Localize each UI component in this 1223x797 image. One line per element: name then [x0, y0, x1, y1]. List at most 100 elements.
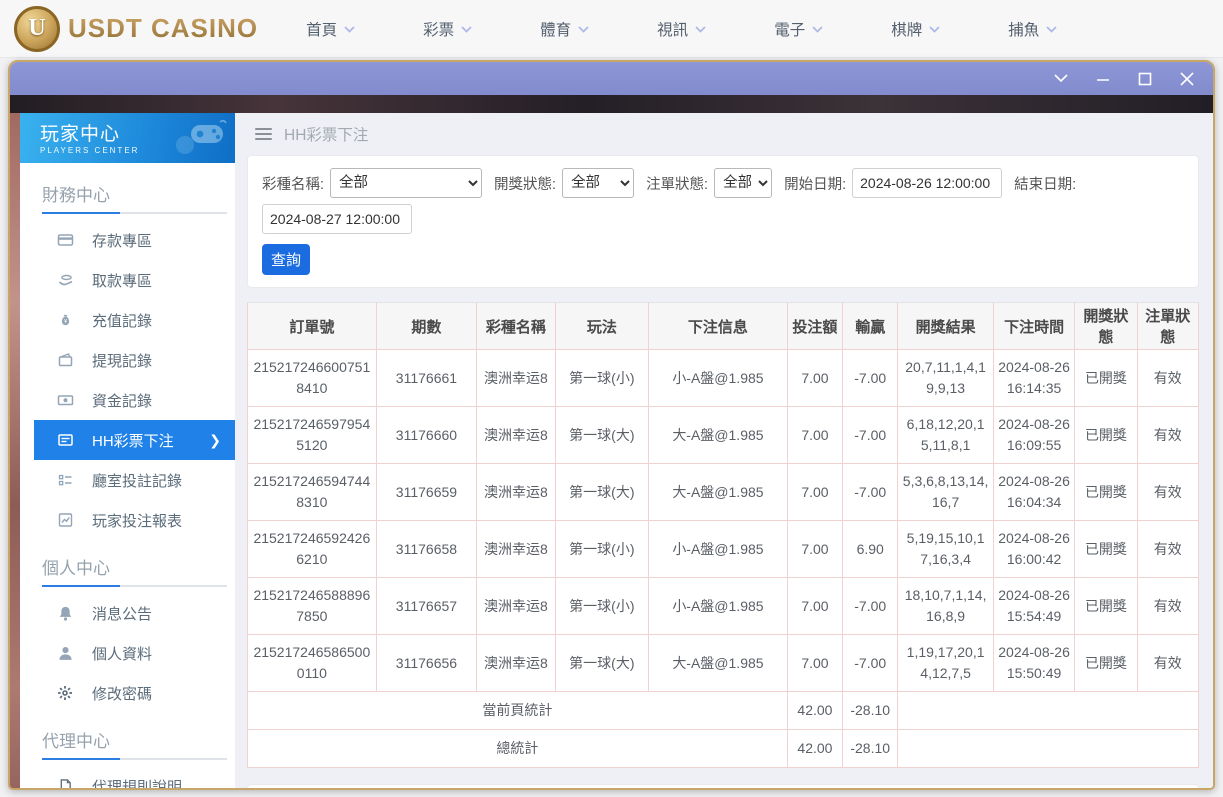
table-cell: 31176657 — [375, 577, 478, 635]
table-cell: 第一球(大) — [554, 634, 650, 692]
window-titlebar — [10, 62, 1213, 95]
grand-summary-win-total: -28.10 — [842, 729, 899, 768]
sidebar-item-修改密碼[interactable]: 修改密碼 — [20, 673, 235, 713]
nav-item[interactable]: 首頁 — [306, 18, 355, 40]
table-cell: 有效 — [1136, 520, 1200, 578]
nav-item[interactable]: 體育 — [540, 18, 589, 40]
chevron-down-icon — [344, 20, 355, 38]
logo-text: USDT CASINO — [68, 13, 259, 43]
table-cell: 7.00 — [786, 520, 844, 578]
nav-item[interactable]: 視訊 — [657, 18, 706, 40]
table-cell: 有效 — [1136, 463, 1200, 521]
table-cell: 7.00 — [786, 634, 844, 692]
table-header-cell: 訂單號 — [247, 302, 377, 350]
table-header-cell: 期數 — [375, 302, 478, 350]
table-header-cell: 輸贏 — [842, 302, 899, 350]
sidebar-item-消息公告[interactable]: 消息公告 — [20, 593, 235, 633]
table-cell: 已開獎 — [1074, 349, 1138, 407]
draw-status-select[interactable]: 全部 — [562, 168, 635, 198]
end-date-input[interactable] — [262, 204, 412, 234]
table-row: 2152172465947448310 31176659 澳洲幸运8 第一球(大) 大-… — [247, 463, 1200, 521]
sidebar-item-取款專區[interactable]: 取款專區 — [20, 260, 235, 300]
chevron-right-icon: ❯ — [209, 431, 221, 448]
main-content: HH彩票下注 彩種名稱: 全部 開獎狀態: 全部 注單狀態: 全部 開始日期: … — [235, 113, 1213, 788]
page-summary-label: 當前頁統計 — [247, 691, 788, 730]
hamburger-menu-icon[interactable] — [255, 128, 272, 140]
page-summary-win-total: -28.10 — [842, 691, 899, 730]
window-minimize-icon[interactable] — [1095, 71, 1111, 87]
nav-item[interactable]: 電子 — [774, 18, 823, 40]
order-status-label: 注單狀態: — [646, 176, 709, 193]
table-cell: 已開獎 — [1074, 634, 1138, 692]
bet-table-panel: 訂單號 期數 彩種名稱 玩法 下注信息 投注額 輸贏 開獎結果 下注時間 開獎狀態 注單狀態 215… — [247, 302, 1200, 768]
sidebar-item-label: 提現記錄 — [92, 352, 153, 370]
chevron-down-icon — [812, 20, 823, 38]
end-date-label: 結束日期: — [1014, 176, 1077, 193]
chevron-down-icon — [929, 20, 940, 38]
coin-letter: U — [28, 15, 46, 41]
lottery-name-select[interactable]: 全部 — [330, 168, 483, 198]
table-cell: 已開獎 — [1074, 577, 1138, 635]
table-cell: 澳洲幸运8 — [476, 520, 556, 578]
page-title: HH彩票下注 — [284, 127, 369, 144]
table-header-cell: 玩法 — [554, 302, 650, 350]
window-chevron-down-icon[interactable] — [1053, 71, 1069, 87]
table-cell: 小-A盤@1.985 — [648, 577, 788, 635]
sidebar-item-label: HH彩票下注 — [92, 432, 174, 450]
table-cell: 1,19,17,20,14,12,7,5 — [897, 634, 994, 692]
main-menu: 首頁 彩票 體育 視訊 電子 棋牌 捕魚 — [306, 18, 1057, 40]
nav-item[interactable]: 棋牌 — [891, 18, 940, 40]
sidebar-menu: 財務中心存款專區 取款專區 ¥ 充值記錄提現記錄資金記錄 HH彩票下注 ❯ 廳室投註記錄 玩家… — [20, 163, 235, 788]
sidebar-item-代理規則說明[interactable]: 代理規則說明 — [20, 766, 235, 788]
sidebar-item-存款專區[interactable]: 存款專區 — [20, 220, 235, 260]
table-header-cell: 投注額 — [786, 302, 844, 350]
window-maximize-icon[interactable] — [1137, 71, 1153, 87]
search-button[interactable]: 查詢 — [262, 244, 310, 275]
usdt-coin-icon: U — [14, 5, 60, 52]
table-header-cell: 開獎狀態 — [1074, 302, 1138, 350]
moneybag-icon: ¥ — [56, 311, 74, 329]
page-summary-empty — [897, 691, 1199, 730]
nav-item-label: 視訊 — [657, 21, 689, 39]
sidebar-item-充值記錄[interactable]: ¥ 充值記錄 — [20, 300, 235, 340]
grand-summary-empty — [897, 729, 1199, 768]
site-logo[interactable]: U USDT CASINO — [14, 5, 259, 52]
table-cell: 2024-08-26 16:00:42 — [992, 520, 1076, 578]
background-photo-edge — [10, 113, 20, 788]
order-status-select[interactable]: 全部 — [714, 168, 773, 198]
sidebar-item-提現記錄[interactable]: 提現記錄 — [20, 340, 235, 380]
table-cell: 2152172465888967850 — [247, 577, 377, 635]
filter-panel: 彩種名稱: 全部 開獎狀態: 全部 注單狀態: 全部 開始日期: 結束日期: — [247, 155, 1199, 288]
sidebar-item-HH彩票下注[interactable]: HH彩票下注 ❯ — [34, 420, 235, 460]
bet-table: 訂單號 期數 彩種名稱 玩法 下注信息 投注額 輸贏 開獎結果 下注時間 開獎狀態 注單狀態 215… — [247, 302, 1200, 768]
table-header-cell: 開獎結果 — [897, 302, 994, 350]
section-divider — [42, 758, 227, 760]
sidebar-item-資金記錄[interactable]: 資金記錄 — [20, 380, 235, 420]
table-cell: 有效 — [1136, 406, 1200, 464]
nav-item-label: 電子 — [774, 21, 806, 39]
table-cell: 澳洲幸运8 — [476, 634, 556, 692]
sidebar-header: 玩家中心 PLAYERS CENTER — [20, 113, 235, 163]
background-photo-strip — [10, 95, 1213, 113]
table-cell: 2024-08-26 15:54:49 — [992, 577, 1076, 635]
table-cell: 5,3,6,8,13,14,16,7 — [897, 463, 994, 521]
nav-item[interactable]: 彩票 — [423, 18, 472, 40]
table-cell: 第一球(小) — [554, 520, 650, 578]
table-header-cell: 注單狀態 — [1136, 302, 1200, 350]
document-icon — [56, 777, 74, 788]
section-divider — [42, 585, 227, 587]
table-cell: -7.00 — [842, 577, 899, 635]
sidebar-item-廳室投註記錄[interactable]: 廳室投註記錄 — [20, 460, 235, 500]
sidebar-item-玩家投注報表[interactable]: 玩家投注報表 — [20, 500, 235, 540]
start-date-input[interactable] — [852, 168, 1003, 198]
table-cell: 2152172465979545120 — [247, 406, 377, 464]
section-divider — [42, 212, 227, 214]
sidebar-section-title: 財務中心 — [42, 186, 110, 205]
table-cell: 2152172465865000110 — [247, 634, 377, 692]
sidebar-item-個人資料[interactable]: 個人資料 — [20, 633, 235, 673]
window-close-icon[interactable] — [1179, 71, 1195, 87]
grand-summary-bet-total: 42.00 — [786, 729, 844, 768]
table-cell: 7.00 — [786, 406, 844, 464]
nav-item[interactable]: 捕魚 — [1008, 18, 1057, 40]
table-cell: 澳洲幸运8 — [476, 406, 556, 464]
